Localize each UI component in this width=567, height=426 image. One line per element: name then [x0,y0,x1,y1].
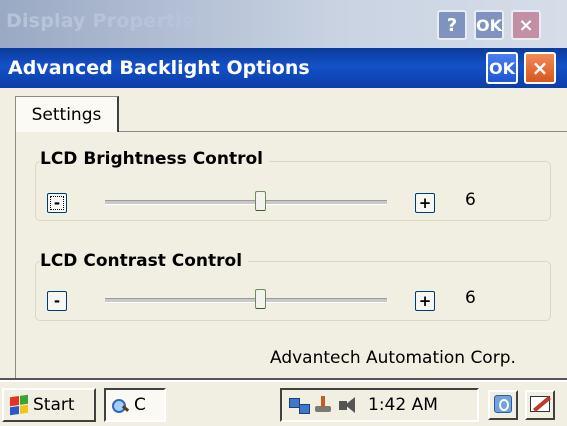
start-button[interactable]: Start [2,388,96,422]
company-label: Advantech Automation Corp. [270,348,516,368]
background-help-button[interactable]: ? [437,10,467,40]
start-label: Start [33,395,75,415]
background-window: Display Properties ? OK × [0,0,567,48]
background-ok-button[interactable]: OK [474,10,504,40]
clock[interactable]: 1:42 AM [368,395,438,415]
dialog-ok-button[interactable]: OK [486,52,518,84]
usb-icon[interactable] [312,394,334,416]
taskbar-app-button[interactable]: C [104,388,166,422]
taskbar: Start C 1:42 AM [0,380,567,426]
windows-flag-icon [10,394,28,416]
background-close-button[interactable]: × [511,10,541,40]
contrast-increase-button[interactable]: + [415,291,435,311]
contrast-slider-track[interactable] [105,298,387,303]
contrast-group-title: LCD Contrast Control [40,251,249,271]
speaker-icon[interactable] [336,394,358,416]
taskbar-app-label: C [134,395,146,415]
brightness-slider-track[interactable] [105,200,387,205]
brightness-increase-button[interactable]: + [415,193,435,213]
brightness-value: 6 [465,190,476,210]
contrast-decrease-button[interactable]: - [47,291,67,311]
contrast-slider-thumb[interactable] [254,289,266,309]
dialog-close-button[interactable]: × [524,52,556,84]
background-window-title: Display Properties [6,10,207,32]
pen-icon[interactable] [525,390,555,420]
brightness-slider-thumb[interactable] [254,191,266,211]
brightness-group-title: LCD Brightness Control [40,149,269,169]
dialog-title: Advanced Backlight Options [8,57,310,79]
dialog-titlebar: Advanced Backlight Options OK × [0,48,567,88]
network-icon[interactable] [288,394,310,416]
contrast-value: 6 [465,288,476,308]
advanced-backlight-dialog: Advanced Backlight Options OK × Settings… [0,48,567,380]
brightness-decrease-button[interactable]: - [47,193,67,213]
tab-settings[interactable]: Settings [15,96,119,132]
system-tray: 1:42 AM [280,388,479,422]
desktop-icon[interactable] [488,390,518,420]
control-panel-icon [112,397,130,413]
